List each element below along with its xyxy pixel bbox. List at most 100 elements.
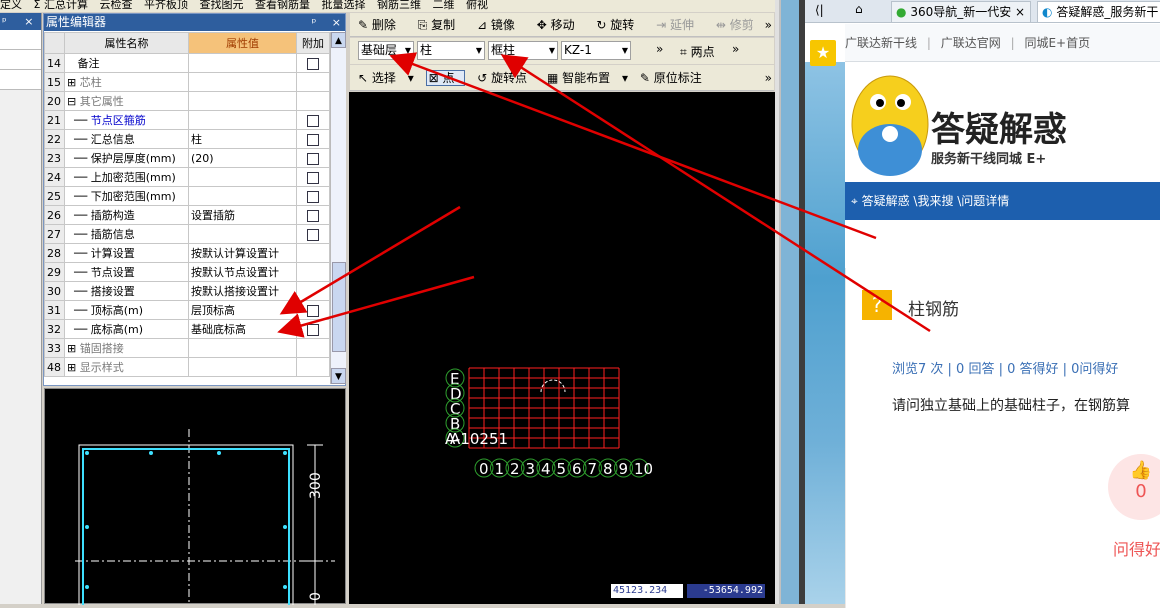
property-value[interactable] (188, 167, 297, 187)
fav-link[interactable]: 同城E+首页 (1024, 36, 1090, 50)
property-row[interactable]: 30 ── 搭接设置 按默认搭接设置计 (44, 281, 330, 301)
rotate-point-button[interactable]: ↺ 旋转点 (477, 71, 535, 85)
property-value[interactable] (188, 53, 297, 73)
property-row[interactable]: 20 ⊟ 其它属性 (44, 91, 330, 111)
select-button[interactable]: ↖ 选择 ▾ (358, 71, 414, 85)
property-value[interactable]: 设置插筋 (188, 205, 297, 225)
cad-drawing[interactable]: 0 1 2 3 4 5 6 7 8 9 10EDCBA A-10251 (349, 92, 775, 604)
component-select[interactable]: KZ-1 ▼ (561, 41, 631, 60)
property-row[interactable]: 33 ⊞ 锚固搭接 (44, 338, 330, 358)
property-name[interactable]: 备注 (64, 53, 189, 73)
property-name[interactable]: ── 插筋信息 (64, 224, 189, 244)
delete-button[interactable]: ✎ 删除 (358, 18, 405, 32)
attach-checkbox[interactable] (307, 304, 319, 317)
property-name[interactable]: ⊞ 锚固搭接 (64, 338, 189, 358)
property-row[interactable]: 24 ── 上加密范围(mm) (44, 167, 330, 187)
tab-360-nav[interactable]: ● 360导航_新一代安 × (891, 1, 1031, 22)
question-meta[interactable]: 浏览7 次 | 0 回答 | 0 答得好 | 0问得好 (892, 358, 1118, 377)
cad-canvas[interactable]: 0 1 2 3 4 5 6 7 8 9 10 E D C B A A-10251 45123.234 -536… (349, 92, 775, 604)
property-row[interactable]: 31 ── 顶标高(m) 层顶标高 (44, 300, 330, 320)
star-icon[interactable]: ★ (810, 40, 836, 66)
property-name[interactable]: ⊟ 其它属性 (64, 91, 189, 111)
property-value[interactable]: 层顶标高 (188, 300, 297, 320)
cloud-icon[interactable]: ⌂ (855, 2, 863, 16)
property-name[interactable]: ⊞ 芯柱 (64, 72, 189, 92)
property-value[interactable] (188, 110, 297, 130)
property-row[interactable]: 21 ── 节点区箍筋 (44, 110, 330, 130)
property-value[interactable]: (20) (188, 148, 297, 168)
close-icon[interactable]: × (24, 15, 33, 28)
rotate-button[interactable]: ↻ 旋转 (596, 18, 643, 32)
property-row[interactable]: 32 ── 底标高(m) 基础底标高 (44, 319, 330, 339)
expand-toggle-icon[interactable]: ⊞ (67, 76, 80, 89)
attach-checkbox[interactable] (307, 57, 319, 70)
attach-checkbox[interactable] (307, 133, 319, 146)
toolbar-define[interactable]: 定义 (0, 0, 22, 10)
attach-checkbox[interactable] (307, 228, 319, 241)
property-row[interactable]: 27 ── 插筋信息 (44, 224, 330, 244)
toolbar-view-rebar[interactable]: 查看钢筋量 (255, 0, 310, 10)
type-select[interactable]: 框柱 ▼ (488, 41, 558, 60)
toolbar-more-icon[interactable]: » (765, 13, 772, 37)
property-value[interactable]: 基础底标高 (188, 319, 297, 339)
site-logo[interactable]: 答疑解惑 服务新干线同城 E+ (845, 62, 1160, 182)
header-value[interactable]: 属性值 (188, 32, 297, 54)
fav-link[interactable]: 广联达新干线 (845, 36, 917, 50)
breadcrumb-text[interactable]: 答疑解惑 \我来搜 \问题详情 (862, 194, 1010, 208)
move-button[interactable]: ✥ 移动 (537, 18, 584, 32)
property-name[interactable]: ── 保护层厚度(mm) (64, 148, 189, 168)
property-row[interactable]: 23 ── 保护层厚度(mm) (20) (44, 148, 330, 168)
toolbar-more-icon[interactable]: » (765, 65, 772, 91)
toolbar-2d[interactable]: 二维 (432, 0, 454, 10)
smart-place-button[interactable]: ▦ 智能布置 ▾ (547, 71, 628, 85)
property-value[interactable]: 按默认计算设置计 (188, 243, 297, 263)
property-row[interactable]: 29 ── 节点设置 按默认节点设置计 (44, 262, 330, 282)
property-value[interactable]: 按默认节点设置计 (188, 262, 297, 282)
trim-button[interactable]: ⇹ 修剪 (716, 18, 763, 32)
property-name[interactable]: ⊞ 显示样式 (64, 357, 189, 377)
property-value[interactable] (188, 72, 297, 92)
property-value[interactable]: 柱 (188, 129, 297, 149)
category-select[interactable]: 柱 ▼ (417, 41, 485, 60)
pin-icon[interactable]: ᵖ (312, 16, 317, 29)
property-name[interactable]: ── 顶标高(m) (64, 300, 189, 320)
property-value[interactable] (188, 357, 297, 377)
expand-toggle-icon[interactable]: ⊟ (67, 95, 80, 108)
close-icon[interactable]: × (332, 16, 341, 29)
toolbar-rebar-3d[interactable]: 钢筋三维 (377, 0, 421, 10)
floor-select[interactable]: 基础层 ▼ (358, 41, 414, 60)
fav-link[interactable]: 广联达官网 (941, 36, 1001, 50)
left-panel-row[interactable] (0, 30, 41, 50)
toolbar-batch-select[interactable]: 批量选择 (321, 0, 365, 10)
property-row[interactable]: 22 ── 汇总信息柱 (44, 129, 330, 149)
property-name[interactable]: ── 汇总信息 (64, 129, 189, 149)
property-name[interactable]: ── 插筋构造 (64, 205, 189, 225)
property-row[interactable]: 26 ── 插筋构造 设置插筋 (44, 205, 330, 225)
attach-checkbox[interactable] (307, 190, 319, 203)
header-attach[interactable]: 附加 (296, 32, 330, 54)
more-icon[interactable]: » (732, 42, 739, 56)
attach-checkbox[interactable] (307, 114, 319, 127)
property-scrollbar[interactable]: ▲ ▼ (330, 32, 346, 384)
property-value[interactable] (188, 91, 297, 111)
attach-checkbox[interactable] (307, 323, 319, 336)
expand-toggle-icon[interactable]: ⊞ (67, 361, 80, 374)
helpful-label[interactable]: 问得好 (1113, 536, 1160, 560)
left-panel-row[interactable] (0, 50, 41, 70)
toolbar-align-top[interactable]: 平齐板顶 (144, 0, 188, 10)
attach-checkbox[interactable] (307, 209, 319, 222)
tab-qa[interactable]: ◐ 答疑解惑_服务新干 (1037, 1, 1160, 22)
left-panel-row[interactable] (0, 70, 41, 90)
more-icon[interactable]: » (656, 42, 663, 56)
attach-checkbox[interactable] (307, 152, 319, 165)
expand-toggle-icon[interactable]: ⊞ (67, 342, 80, 355)
property-name[interactable]: ── 上加密范围(mm) (64, 167, 189, 187)
property-row[interactable]: 28 ── 计算设置 按默认计算设置计 (44, 243, 330, 263)
property-name[interactable]: ── 底标高(m) (64, 319, 189, 339)
origin-mark-button[interactable]: ✎ 原位标注 (640, 71, 710, 85)
toolbar-cloud-check[interactable]: 云检查 (99, 0, 132, 10)
header-name[interactable]: 属性名称 (64, 32, 189, 54)
property-row[interactable]: 14 备注 (44, 53, 330, 73)
property-value[interactable]: 按默认搭接设置计 (188, 281, 297, 301)
property-row[interactable]: 25 ── 下加密范围(mm) (44, 186, 330, 206)
